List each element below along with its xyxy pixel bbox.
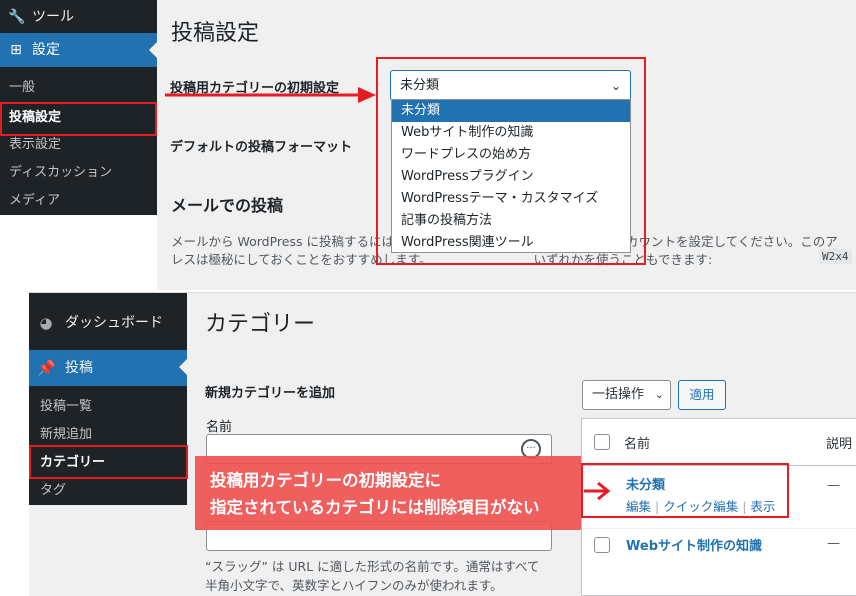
sidebar-sub-discussion[interactable]: ディスカッション: [0, 159, 157, 187]
sidebar-item-posts[interactable]: 📌 投稿: [29, 350, 187, 386]
page-title: 投稿設定: [171, 21, 260, 46]
pushpin-icon: 📌: [37, 359, 56, 377]
sidebar-item-settings[interactable]: ⊞ 設定: [0, 33, 157, 67]
sidebar-item-dashboard[interactable]: ◕ ダッシュボード: [29, 305, 187, 341]
column-header-description[interactable]: 説明: [826, 433, 852, 452]
category-name-link[interactable]: Webサイト制作の知識: [626, 535, 762, 554]
wrench-icon: 🔧: [8, 9, 26, 25]
slug-description-line2: 半角小文字で、英数字とハイフンのみが使われます。: [205, 578, 503, 593]
sidebar-sub-tags[interactable]: タグ: [29, 477, 187, 505]
slug-description-line1: “スラッグ” は URL に適した形式の名前です。通常はすべて: [205, 559, 540, 574]
callout-text-line1: 投稿用カテゴリーの初期設定に: [210, 471, 441, 490]
callout-text-line2: 指定されているカテゴリには削除項目がない: [210, 498, 540, 517]
sidebar-sub-general[interactable]: 一般: [0, 74, 157, 102]
active-menu-notch: [149, 42, 157, 58]
highlight-box-uncategorized-row: [581, 463, 789, 518]
page-title: カテゴリー: [205, 312, 316, 337]
highlight-box-categories: [29, 445, 188, 479]
divider: [582, 528, 856, 529]
sidebar-sub-media[interactable]: メディア: [0, 187, 157, 215]
name-field-label: 名前: [206, 420, 233, 435]
sidebar-sub-all-posts[interactable]: 投稿一覧: [29, 393, 187, 421]
arrow-right-icon: [584, 481, 611, 501]
description-cell: —: [827, 478, 840, 493]
chevron-down-icon: ⌄: [654, 388, 664, 401]
arrow-right-icon: [165, 87, 376, 103]
highlight-box-dropdown: [376, 57, 646, 265]
apply-button[interactable]: 適用: [678, 380, 726, 410]
mail-post-heading: メールでの投稿: [171, 196, 284, 215]
active-menu-notch: [179, 359, 187, 375]
column-header-name[interactable]: 名前: [624, 433, 650, 452]
bulk-action-value: 一括操作: [592, 387, 645, 402]
dashboard-gauge-icon: ◕: [39, 314, 53, 332]
settings-sliders-icon: ⊞: [10, 42, 22, 58]
select-all-checkbox[interactable]: [594, 434, 610, 450]
row-checkbox[interactable]: [594, 537, 610, 553]
sidebar-item-tools[interactable]: 🔧 ツール: [0, 0, 157, 34]
highlight-box-writing: [0, 102, 157, 136]
code-sample: W2x4: [819, 249, 852, 264]
sidebar-item-label: 設定: [32, 42, 60, 58]
sidebar-item-label: ダッシュボード: [65, 315, 163, 331]
description-cell: —: [827, 536, 840, 551]
bulk-action-select[interactable]: 一括操作 ⌄: [582, 380, 671, 410]
default-format-label: デフォルトの投稿フォーマット: [170, 140, 353, 155]
mail-desc-tail: カウントを設定してください。このア: [625, 234, 838, 249]
sidebar-item-label: ツール: [32, 9, 74, 25]
add-category-heading: 新規カテゴリーを追加: [205, 386, 336, 401]
sidebar-item-label: 投稿: [65, 360, 93, 376]
mail-desc-start: メールから WordPress に投稿するには: [171, 234, 394, 249]
